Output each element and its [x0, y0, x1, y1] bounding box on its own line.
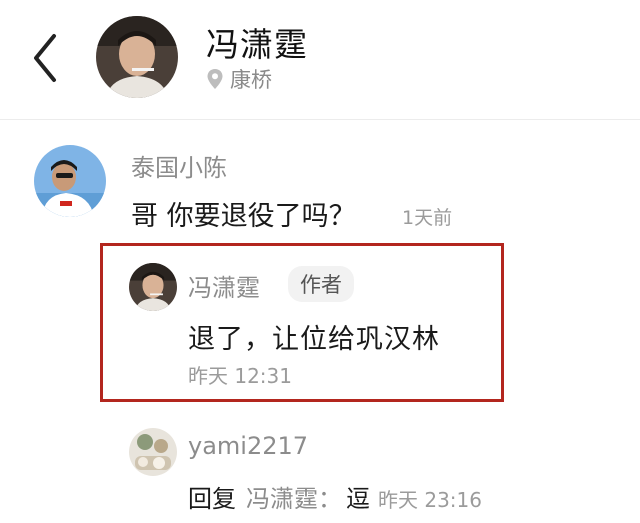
header-divider	[0, 119, 640, 120]
avatar-image	[96, 16, 178, 98]
back-button[interactable]	[24, 30, 64, 86]
reply-username[interactable]: 冯潇霆	[188, 268, 260, 303]
comment-timestamp: 1天前	[402, 207, 453, 229]
reply-timestamp: 昨天 12:31	[188, 364, 292, 388]
profile-avatar[interactable]	[96, 16, 178, 98]
reply-text: 逗	[346, 485, 370, 513]
reply-text: 退了，让位给巩汉林	[188, 324, 440, 355]
chevron-left-icon	[34, 34, 56, 82]
location[interactable]: 康桥	[206, 64, 272, 94]
location-pin-icon	[207, 69, 223, 89]
reply-avatar[interactable]	[129, 263, 177, 311]
profile-name: 冯潇霆	[206, 25, 308, 64]
location-text: 康桥	[230, 68, 272, 92]
commenter-avatar[interactable]	[34, 145, 106, 217]
avatar-image	[129, 428, 177, 476]
mention-link[interactable]: 冯潇霆：	[246, 485, 342, 513]
author-badge: 作者	[288, 266, 354, 302]
reply-timestamp: 昨天 23:16	[378, 488, 482, 512]
reply-avatar[interactable]	[129, 428, 177, 476]
comment-text: 哥 你要退役了吗？	[131, 201, 356, 232]
avatar-image	[34, 145, 106, 217]
avatar-image	[129, 263, 177, 311]
reply-prefix: 回复	[188, 485, 236, 513]
reply-username[interactable]: yami2217	[188, 432, 308, 460]
reply-content: 回复 冯潇霆：逗昨天 23:16	[188, 479, 482, 514]
commenter-username[interactable]: 泰国小陈	[131, 148, 227, 183]
